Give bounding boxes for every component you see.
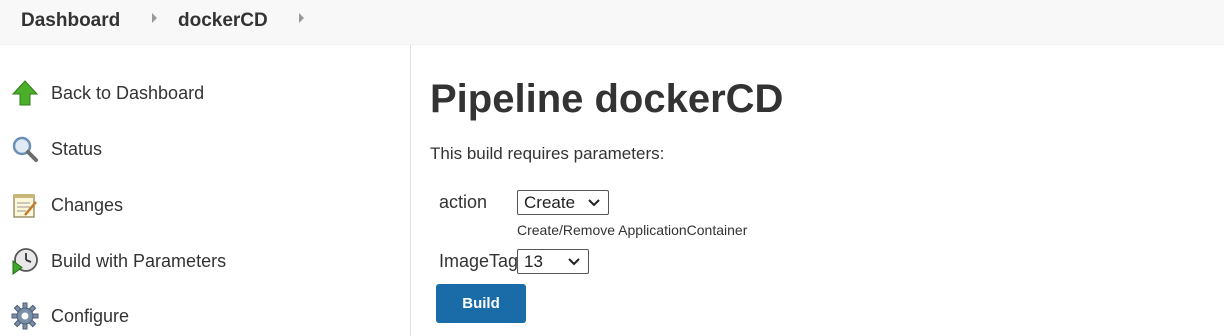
- action-select[interactable]: Create: [517, 190, 609, 215]
- breadcrumb-dashboard[interactable]: Dashboard: [21, 10, 120, 32]
- param-label-action: action: [439, 192, 488, 212]
- chevron-down-icon: [588, 199, 600, 207]
- sidebar-item-label: Configure: [51, 305, 130, 326]
- breadcrumb-separator-icon[interactable]: [152, 13, 157, 23]
- parameters-subtitle: This build requires parameters:: [430, 144, 665, 163]
- imagetag-select[interactable]: 13: [517, 249, 589, 274]
- chevron-down-icon: [568, 258, 580, 266]
- up-arrow-icon: [10, 78, 40, 108]
- clock-play-icon: [10, 246, 40, 276]
- action-select-value: Create: [524, 192, 576, 212]
- sidebar-item-build-with-parameters[interactable]: Build with Parameters: [10, 243, 400, 279]
- notepad-icon: [10, 190, 40, 220]
- page-title: Pipeline dockerCD: [430, 77, 784, 121]
- sidebar-item-back-to-dashboard[interactable]: Back to Dashboard: [10, 75, 400, 111]
- breadcrumb: Dashboard dockerCD: [0, 0, 1224, 45]
- param-description-action: Create/Remove ApplicationContainer: [517, 222, 748, 238]
- gear-icon: [10, 301, 40, 331]
- breadcrumb-dockercd[interactable]: dockerCD: [178, 10, 268, 32]
- sidebar-item-label: Status: [51, 138, 103, 159]
- sidebar: Back to Dashboard Status Changes Build w…: [0, 45, 411, 336]
- build-button[interactable]: Build: [436, 284, 526, 323]
- sidebar-item-label: Changes: [51, 194, 124, 215]
- param-label-imagetag: ImageTag: [439, 251, 519, 271]
- magnifier-icon: [10, 134, 40, 164]
- sidebar-item-label: Back to Dashboard: [51, 82, 205, 103]
- imagetag-select-value: 13: [524, 251, 543, 271]
- sidebar-item-label: Build with Parameters: [51, 250, 227, 271]
- sidebar-item-configure[interactable]: Configure: [10, 298, 400, 334]
- sidebar-item-changes[interactable]: Changes: [10, 187, 400, 223]
- breadcrumb-separator-icon[interactable]: [299, 13, 304, 23]
- sidebar-item-status[interactable]: Status: [10, 131, 400, 167]
- main-content: Pipeline dockerCD This build requires pa…: [430, 45, 1210, 336]
